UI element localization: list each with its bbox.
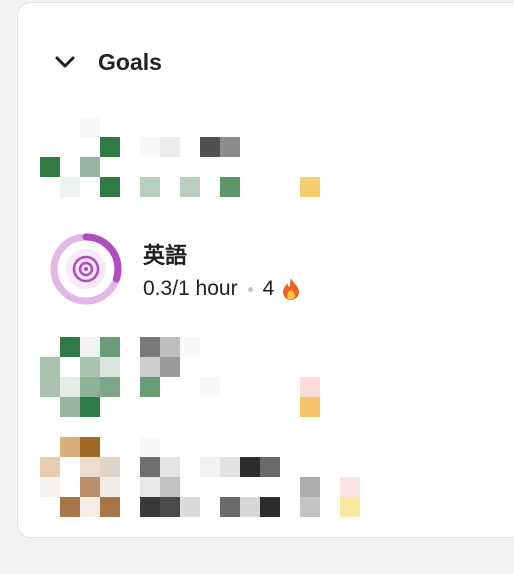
goals-section-header[interactable]: Goals — [52, 45, 162, 79]
section-title: Goals — [98, 48, 162, 75]
separator-dot — [247, 286, 253, 292]
goal-progress-text: 0.3/1 hour — [143, 277, 238, 300]
fire-icon — [280, 277, 302, 301]
chevron-down-icon[interactable] — [52, 49, 78, 75]
goal-meta: 0.3/1 hour 4 — [143, 277, 302, 301]
goal-progress-ring — [48, 231, 124, 312]
goal-streak-count: 4 — [262, 277, 275, 300]
goal-item-english[interactable]: 英語 0.3/1 hour 4 — [48, 230, 428, 310]
goal-name: 英語 — [143, 243, 188, 268]
